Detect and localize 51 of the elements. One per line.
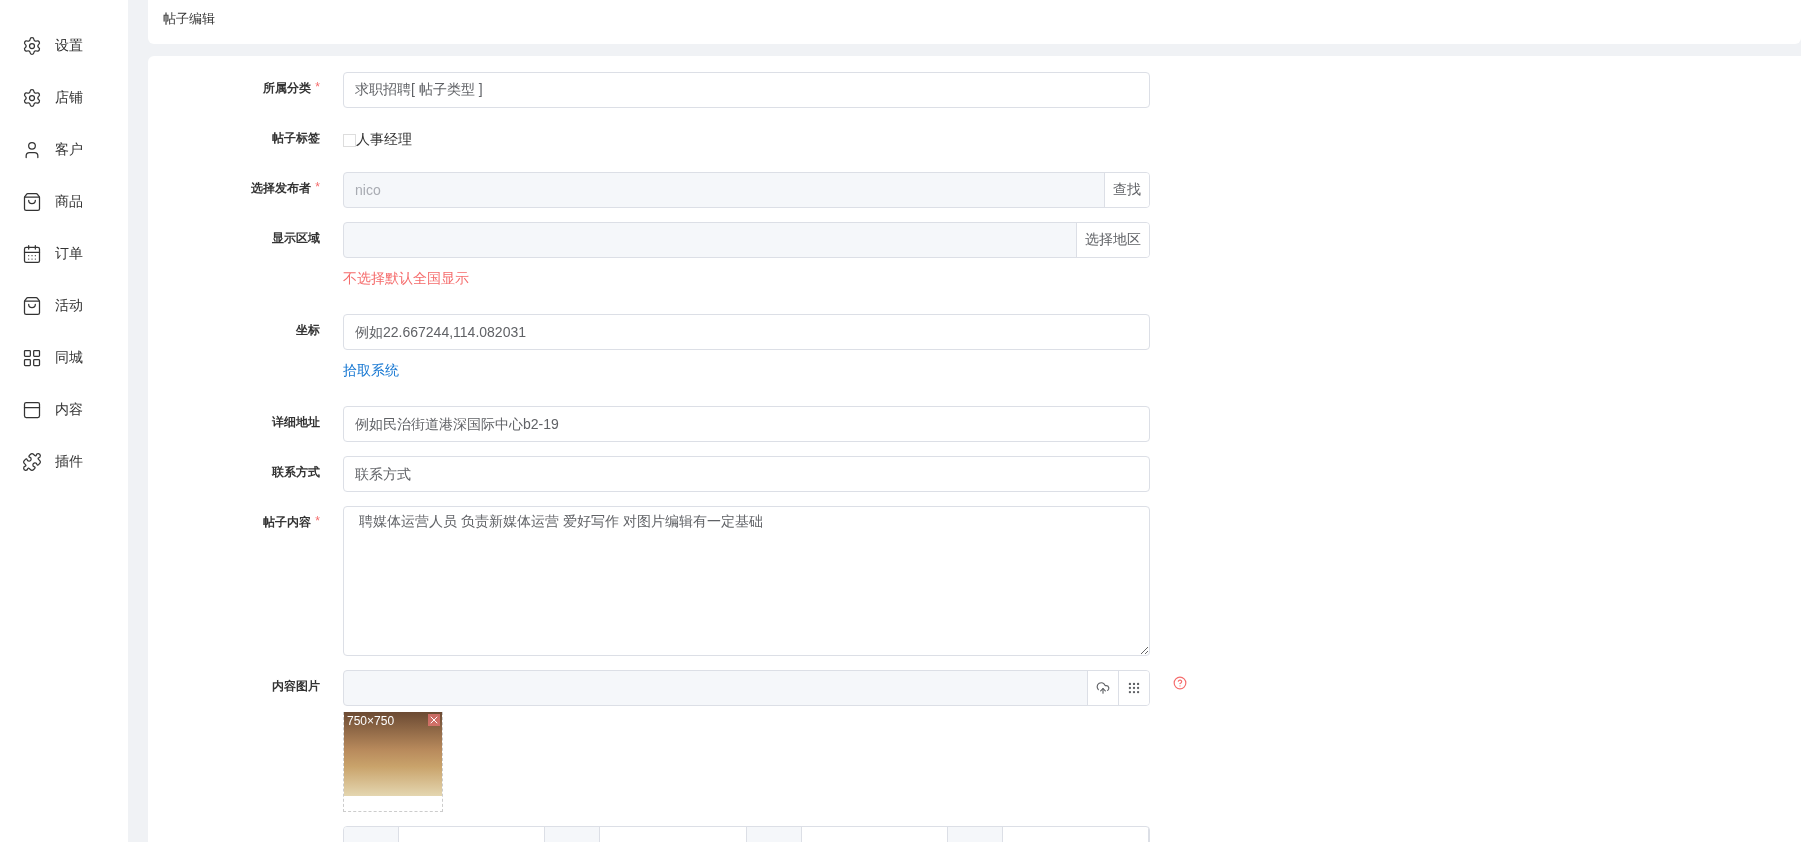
upload-button[interactable] — [1087, 671, 1118, 705]
checkbox-label: 人事经理 — [356, 131, 412, 149]
sidebar-item[interactable]: 客户 — [0, 124, 128, 176]
required-mark: * — [315, 180, 320, 196]
field-label: 帖子标签 — [272, 130, 320, 147]
pick-link[interactable]: 拾取系统 — [343, 362, 399, 380]
field-label: 帖子内容 — [263, 514, 312, 531]
sidebar-item[interactable]: 商品 — [0, 176, 128, 228]
gallery-button[interactable] — [1118, 671, 1149, 705]
field-label: 内容图片 — [272, 678, 320, 695]
hint-text: 不选择默认全国显示 — [343, 270, 470, 288]
input-field[interactable]: nico 查找 — [343, 172, 1150, 208]
field-label: 显示区域 — [272, 230, 320, 247]
text-field[interactable]: 例如民治街道港深国际中心b2-19 — [343, 406, 1150, 442]
grid-icon — [22, 348, 42, 368]
text-area[interactable]: 聘媒体运营人员 负责新媒体运营 爱好写作 对图片编辑有一定基础 — [343, 506, 1150, 656]
panel-icon — [22, 400, 42, 420]
sidebar-item[interactable]: 店铺 — [0, 72, 128, 124]
settings-icon — [22, 36, 42, 56]
text-field[interactable]: 例如22.667244,114.082031 — [343, 314, 1150, 350]
bag-icon — [22, 192, 42, 212]
close-icon[interactable] — [428, 714, 440, 726]
text-field[interactable]: 联系方式 — [343, 456, 1150, 492]
addon-button[interactable]: 选择地区 — [1076, 223, 1149, 257]
cloud-upload-icon — [1096, 681, 1110, 695]
calendar-icon — [22, 244, 42, 264]
required-mark: * — [315, 514, 320, 530]
bag-icon — [22, 296, 42, 316]
text-field[interactable]: 求职招聘[ 帖子类型 ] — [343, 72, 1150, 108]
puzzle-icon — [22, 452, 42, 472]
sidebar-item[interactable]: 同城 — [0, 332, 128, 384]
sidebar-item[interactable]: 内容 — [0, 384, 128, 436]
image-size: 750×750 — [347, 714, 395, 728]
input-field[interactable]: 选择地区 — [343, 222, 1150, 258]
gear-icon — [22, 88, 42, 108]
sidebar-item[interactable]: 订单 — [0, 228, 128, 280]
grid-icon — [1127, 681, 1141, 695]
field-label: 选择发布者 — [251, 180, 312, 197]
field-label: 所属分类 — [263, 80, 312, 97]
field-label: 坐标 — [296, 322, 320, 339]
sidebar-item[interactable]: 插件 — [0, 436, 128, 488]
field-label: 详细地址 — [272, 414, 320, 431]
addon-button[interactable]: 查找 — [1104, 173, 1149, 207]
sidebar-item[interactable]: 设置 — [0, 20, 128, 72]
page-title: 帖子编辑 — [163, 11, 215, 26]
help-icon[interactable] — [1173, 676, 1187, 690]
sidebar-item[interactable]: 活动 — [0, 280, 128, 332]
field-label: 联系方式 — [272, 464, 320, 481]
checkbox[interactable] — [343, 133, 356, 147]
upload-field[interactable] — [343, 670, 1150, 706]
required-mark: * — [315, 80, 320, 96]
